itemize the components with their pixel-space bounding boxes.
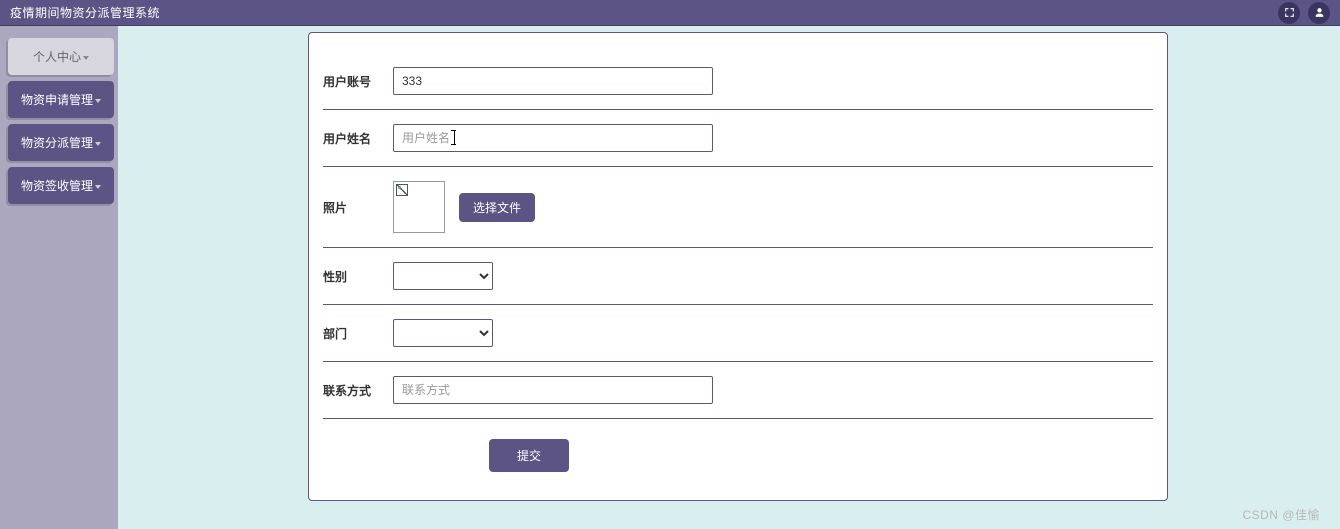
form-card: 用户账号 用户姓名 照片 选择文件 xyxy=(308,32,1168,501)
sidebar-item-dispatch[interactable]: 物资分派管理 xyxy=(8,124,114,161)
broken-image-icon xyxy=(396,184,408,196)
label-department: 部门 xyxy=(323,325,383,342)
label-account: 用户账号 xyxy=(323,73,383,90)
text-cursor-icon xyxy=(453,130,454,145)
watermark: CSDN @佳愉 xyxy=(1242,506,1320,523)
contact-input[interactable] xyxy=(393,376,713,404)
app-title: 疫情期间物资分派管理系统 xyxy=(10,4,160,21)
label-name: 用户姓名 xyxy=(323,130,383,147)
sidebar-item-label: 物资分派管理 xyxy=(21,136,93,150)
fullscreen-icon[interactable] xyxy=(1278,2,1300,24)
row-gender: 性别 xyxy=(323,248,1153,305)
sidebar: 个人中心 物资申请管理 物资分派管理 物资签收管理 xyxy=(0,26,118,529)
chevron-down-icon xyxy=(95,99,101,103)
label-photo: 照片 xyxy=(323,199,383,216)
photo-preview xyxy=(393,181,445,233)
sidebar-item-receipt[interactable]: 物资签收管理 xyxy=(8,167,114,204)
user-icon[interactable] xyxy=(1308,2,1330,24)
chevron-down-icon xyxy=(95,185,101,189)
label-contact: 联系方式 xyxy=(323,382,383,399)
label-gender: 性别 xyxy=(323,268,383,285)
row-account: 用户账号 xyxy=(323,53,1153,110)
sidebar-item-label: 物资签收管理 xyxy=(21,179,93,193)
choose-file-button[interactable]: 选择文件 xyxy=(459,193,535,222)
row-contact: 联系方式 xyxy=(323,362,1153,419)
name-input[interactable] xyxy=(393,124,713,152)
main-layout: 个人中心 物资申请管理 物资分派管理 物资签收管理 用户账号 用户姓名 xyxy=(0,26,1340,529)
chevron-down-icon xyxy=(95,142,101,146)
row-department: 部门 xyxy=(323,305,1153,362)
row-photo: 照片 选择文件 xyxy=(323,167,1153,248)
content-area: 用户账号 用户姓名 照片 选择文件 xyxy=(118,26,1340,529)
department-select[interactable] xyxy=(393,319,493,347)
app-header: 疫情期间物资分派管理系统 xyxy=(0,0,1340,26)
sidebar-item-profile[interactable]: 个人中心 xyxy=(8,38,114,75)
row-submit: 提交 xyxy=(323,419,1153,486)
sidebar-item-request[interactable]: 物资申请管理 xyxy=(8,81,114,118)
sidebar-item-label: 物资申请管理 xyxy=(21,93,93,107)
row-name: 用户姓名 xyxy=(323,110,1153,167)
account-input[interactable] xyxy=(393,67,713,95)
header-icons xyxy=(1278,2,1330,24)
submit-button[interactable]: 提交 xyxy=(489,439,569,472)
sidebar-item-label: 个人中心 xyxy=(33,50,81,64)
gender-select[interactable] xyxy=(393,262,493,290)
chevron-down-icon xyxy=(83,56,89,60)
